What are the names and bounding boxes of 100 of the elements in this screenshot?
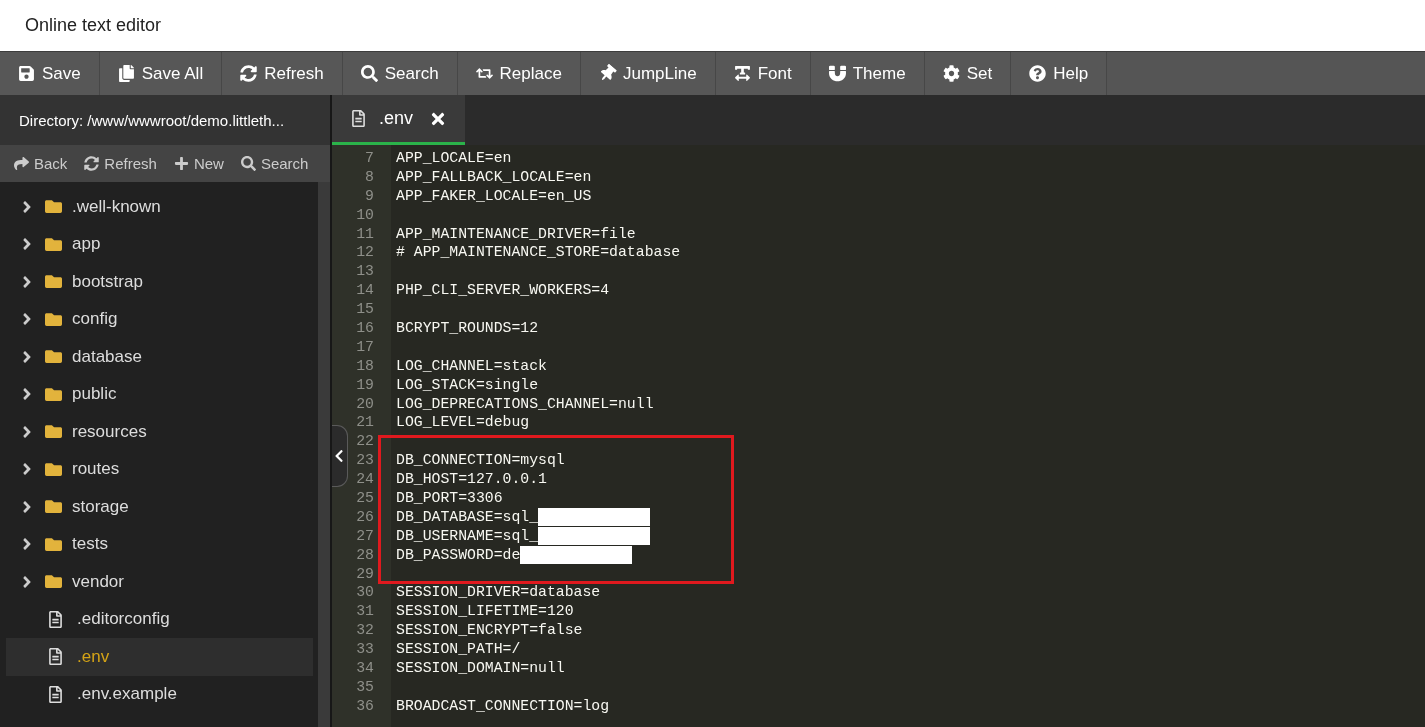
search-icon: [240, 156, 256, 171]
directory-path: Directory: /www/wwwroot/demo.littleth...: [19, 111, 285, 129]
refresh-icon: [240, 65, 258, 82]
code-line: DB_PORT=3306: [396, 489, 503, 508]
line-number: 16: [356, 319, 374, 338]
line-number: 34: [356, 659, 374, 678]
code-line: BCRYPT_ROUNDS=12: [396, 319, 539, 338]
folder-item[interactable]: vendor: [6, 563, 313, 601]
file-icon: [350, 110, 367, 127]
back-button[interactable]: Back: [14, 155, 68, 172]
line-number: 32: [356, 621, 374, 641]
code-line: SESSION_LIFETIME=120: [396, 602, 574, 622]
line-number: 10: [356, 205, 374, 225]
file-tab[interactable]: .env: [332, 95, 466, 145]
line-number: 19: [356, 375, 374, 395]
line-number: 23: [356, 451, 374, 471]
swap-arrows-icon: [475, 65, 493, 82]
line-number: 17: [356, 337, 374, 357]
search-button[interactable]: Search: [240, 155, 309, 172]
line-number: 9: [365, 186, 374, 206]
code-line: SESSION_DRIVER=database: [396, 583, 601, 603]
line-number: 14: [356, 281, 374, 301]
code-line: LOG_LEVEL=debug: [396, 413, 530, 433]
code-line: SESSION_PATH=/: [396, 640, 521, 660]
search-icon: [360, 65, 378, 82]
code-line: SESSION_DOMAIN=null: [396, 659, 565, 678]
folder-icon: [45, 273, 62, 291]
folder-item[interactable]: bootstrap: [6, 263, 313, 301]
code-line: APP_MAINTENANCE_DRIVER=file: [396, 224, 636, 244]
settings-icon: [942, 65, 960, 82]
new-button[interactable]: New: [173, 155, 224, 172]
line-number: 7: [365, 149, 374, 168]
folder-item[interactable]: storage: [6, 488, 313, 526]
code-line: APP_FALLBACK_LOCALE=en: [396, 167, 592, 187]
scrollbar[interactable]: [318, 182, 330, 727]
code-line: SESSION_ENCRYPT=false: [396, 621, 583, 641]
code-line: # APP_MAINTENANCE_STORE=database: [396, 243, 681, 263]
folder-icon: [45, 348, 62, 366]
folder-item[interactable]: config: [6, 300, 313, 338]
magnet-icon: [828, 65, 846, 82]
file-icon: [47, 648, 64, 666]
line-number: 25: [356, 489, 374, 508]
line-number: 30: [356, 583, 374, 603]
folder-icon: [45, 310, 62, 328]
folder-item[interactable]: resources: [6, 413, 313, 451]
folder-icon: [45, 535, 62, 553]
line-number: 12: [356, 243, 374, 263]
code-line: DB_PASSWORD=de: [396, 545, 521, 565]
code-line: PHP_CLI_SERVER_WORKERS=4: [396, 281, 610, 301]
line-number: 29: [356, 564, 374, 584]
folder-item[interactable]: app: [6, 225, 313, 263]
app-title: Online text editor: [25, 15, 162, 36]
code-line: DB_DATABASE=sql_: [396, 507, 539, 527]
folder-icon: [45, 573, 62, 591]
folder-icon: [45, 498, 62, 516]
folder-item[interactable]: .well-known: [6, 188, 313, 226]
code-line: LOG_STACK=single: [396, 375, 539, 395]
folder-icon: [45, 235, 62, 253]
text-width-icon: [733, 65, 751, 82]
file-icon: [47, 610, 64, 628]
line-number: 26: [356, 507, 374, 527]
folder-item[interactable]: database: [6, 338, 313, 376]
folder-icon: [45, 198, 62, 216]
share-arrow-icon: [14, 156, 29, 171]
line-number: 11: [356, 224, 374, 244]
file-icon: [47, 685, 64, 703]
code-line: LOG_DEPRECATIONS_CHANNEL=null: [396, 394, 654, 414]
folder-item[interactable]: tests: [6, 525, 313, 563]
line-number: 20: [356, 394, 374, 414]
file-item[interactable]: .editorconfig: [6, 600, 313, 638]
folder-item[interactable]: public: [6, 375, 313, 413]
folder-item[interactable]: routes: [6, 450, 313, 488]
line-number: 24: [356, 470, 374, 490]
line-number: 27: [356, 526, 374, 546]
code-line: DB_CONNECTION=mysql: [396, 451, 565, 471]
plus-icon: [173, 156, 189, 171]
file-item[interactable]: .env: [6, 638, 313, 676]
code-line: DB_USERNAME=sql_: [396, 526, 539, 546]
file-item[interactable]: .env.example: [6, 675, 313, 713]
code-line: LOG_CHANNEL=stack: [396, 356, 547, 376]
code-line: APP_FAKER_LOCALE=en_US: [396, 186, 592, 206]
line-number: 22: [356, 432, 374, 452]
line-number: 18: [356, 356, 374, 376]
refresh-button[interactable]: Refresh: [84, 155, 157, 172]
code-line: DB_HOST=127.0.0.1: [396, 470, 547, 490]
line-number: 8: [365, 167, 374, 187]
line-number: 28: [356, 545, 374, 565]
code-line: BROADCAST_CONNECTION=log: [396, 696, 610, 716]
folder-icon: [45, 423, 62, 441]
refresh-icon: [84, 156, 100, 171]
folder-icon: [45, 460, 62, 478]
folder-icon: [45, 385, 62, 403]
code-line: APP_LOCALE=en: [396, 149, 512, 168]
files-icon: [117, 65, 135, 82]
line-number: 13: [356, 262, 374, 282]
line-number: 15: [356, 300, 374, 320]
line-number: 31: [356, 602, 374, 622]
collapse-sidebar-button[interactable]: [332, 425, 348, 487]
line-number: 35: [356, 677, 374, 697]
line-number: 21: [356, 413, 374, 433]
